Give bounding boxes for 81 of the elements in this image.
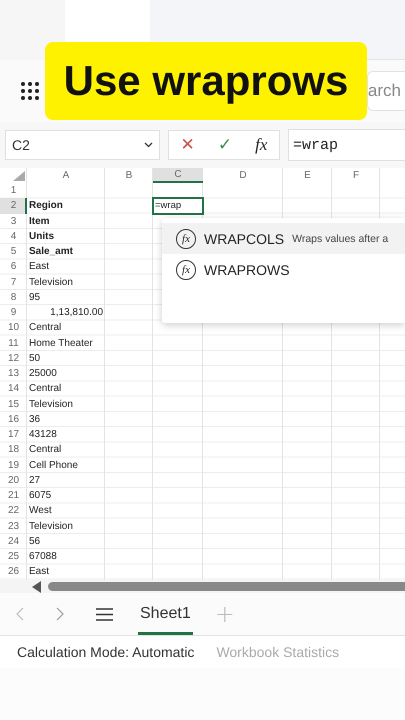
cell-text: Region [29,200,63,212]
row-header[interactable]: 1 [0,183,27,198]
cell-text: 95 [29,292,40,303]
insert-function-button[interactable]: fx [252,135,270,155]
caret-icon [144,142,153,148]
column-header[interactable]: B [105,168,153,183]
row-header[interactable]: 16 [0,412,27,427]
row-header[interactable]: 12 [0,350,27,366]
cell-text: 67088 [29,551,57,562]
row-header[interactable]: 5 [0,244,27,260]
enter-button[interactable]: ✓ [214,135,236,155]
cell-text: Central [29,444,62,456]
row-header[interactable]: 24 [0,534,27,549]
row-header[interactable]: 14 [0,381,27,396]
row-header[interactable]: 2 [0,198,27,214]
row-header[interactable]: 17 [0,427,27,442]
column-header[interactable]: C [153,168,203,183]
caption-banner: Use wraprows [45,42,367,120]
cell-text: 1,13,810.00 [50,307,103,318]
function-icon: fx [176,228,196,248]
row-header[interactable]: 19 [0,458,27,473]
app-launcher-icon[interactable] [20,81,40,101]
row-header[interactable]: 7 [0,274,27,290]
name-box[interactable]: C2 [5,130,160,160]
scrollbar-thumb[interactable] [48,582,405,591]
row-header[interactable]: 26 [0,564,27,580]
suggestion-item[interactable]: fx WRAPROWS [162,254,405,285]
function-description: Wraps values after a [292,232,388,244]
row-header[interactable]: 13 [0,366,27,382]
cell-text: 36 [29,414,40,425]
row-header[interactable]: 15 [0,396,27,412]
cell-text: Sale_amt [29,246,73,258]
function-name: WRAPCOLS [204,230,284,246]
cell-text: 6075 [29,490,52,502]
search-field[interactable]: arch [367,71,405,111]
scroll-left-icon[interactable] [32,580,42,592]
cell-text: West [29,505,52,516]
column-header[interactable]: E [283,168,332,183]
cell-text: 50 [29,352,40,364]
column-header[interactable]: F [332,168,380,183]
cancel-button[interactable]: ✕ [178,135,198,155]
cell-editor[interactable]: =wrap [152,197,204,214]
row-header[interactable]: 25 [0,549,27,564]
row-header[interactable]: 23 [0,518,27,534]
row-header[interactable]: 6 [0,259,27,274]
formula-field[interactable]: =wrap [288,129,405,161]
cell-text: Central [29,383,62,394]
function-name: WRAPROWS [204,262,290,278]
function-icon: fx [176,260,196,280]
row-header[interactable]: 18 [0,442,27,458]
row-header[interactable]: 3 [0,214,27,229]
row-header[interactable]: 21 [0,488,27,504]
row-header[interactable]: 10 [0,320,27,336]
select-all-icon[interactable] [13,171,25,181]
column-header[interactable]: D [203,168,283,183]
suggestion-item[interactable]: fx WRAPCOLS Wraps values after a [162,223,405,254]
cell-text: Central [29,322,62,334]
row-header[interactable]: 8 [0,290,27,305]
row-header[interactable]: 11 [0,336,27,351]
row-header[interactable]: 20 [0,472,27,488]
cell-text: East [29,566,50,578]
column-header[interactable]: A [27,168,105,183]
cell-text: Television [29,398,73,410]
cell-text: 27 [29,474,40,486]
cell-text: Item [29,216,50,227]
cell-text: Home Theater [29,338,93,349]
row-header[interactable]: 4 [0,228,27,244]
cell-text: Cell Phone [29,460,78,471]
cell-text: Television [29,520,73,532]
row-header[interactable]: 9 [0,305,27,320]
cell-text: East [29,261,50,272]
cell-text: 43128 [29,429,57,440]
previous-icon[interactable] [16,607,24,621]
cell-text: 56 [29,536,40,547]
menu-icon[interactable] [96,608,113,620]
cell-text: Units [29,230,54,242]
next-icon[interactable] [56,607,64,621]
cell-text: Television [29,276,73,288]
calculation-mode: Calculation Mode: Automatic [17,644,194,660]
cell-text: 25000 [29,368,57,380]
row-header[interactable]: 22 [0,503,27,518]
